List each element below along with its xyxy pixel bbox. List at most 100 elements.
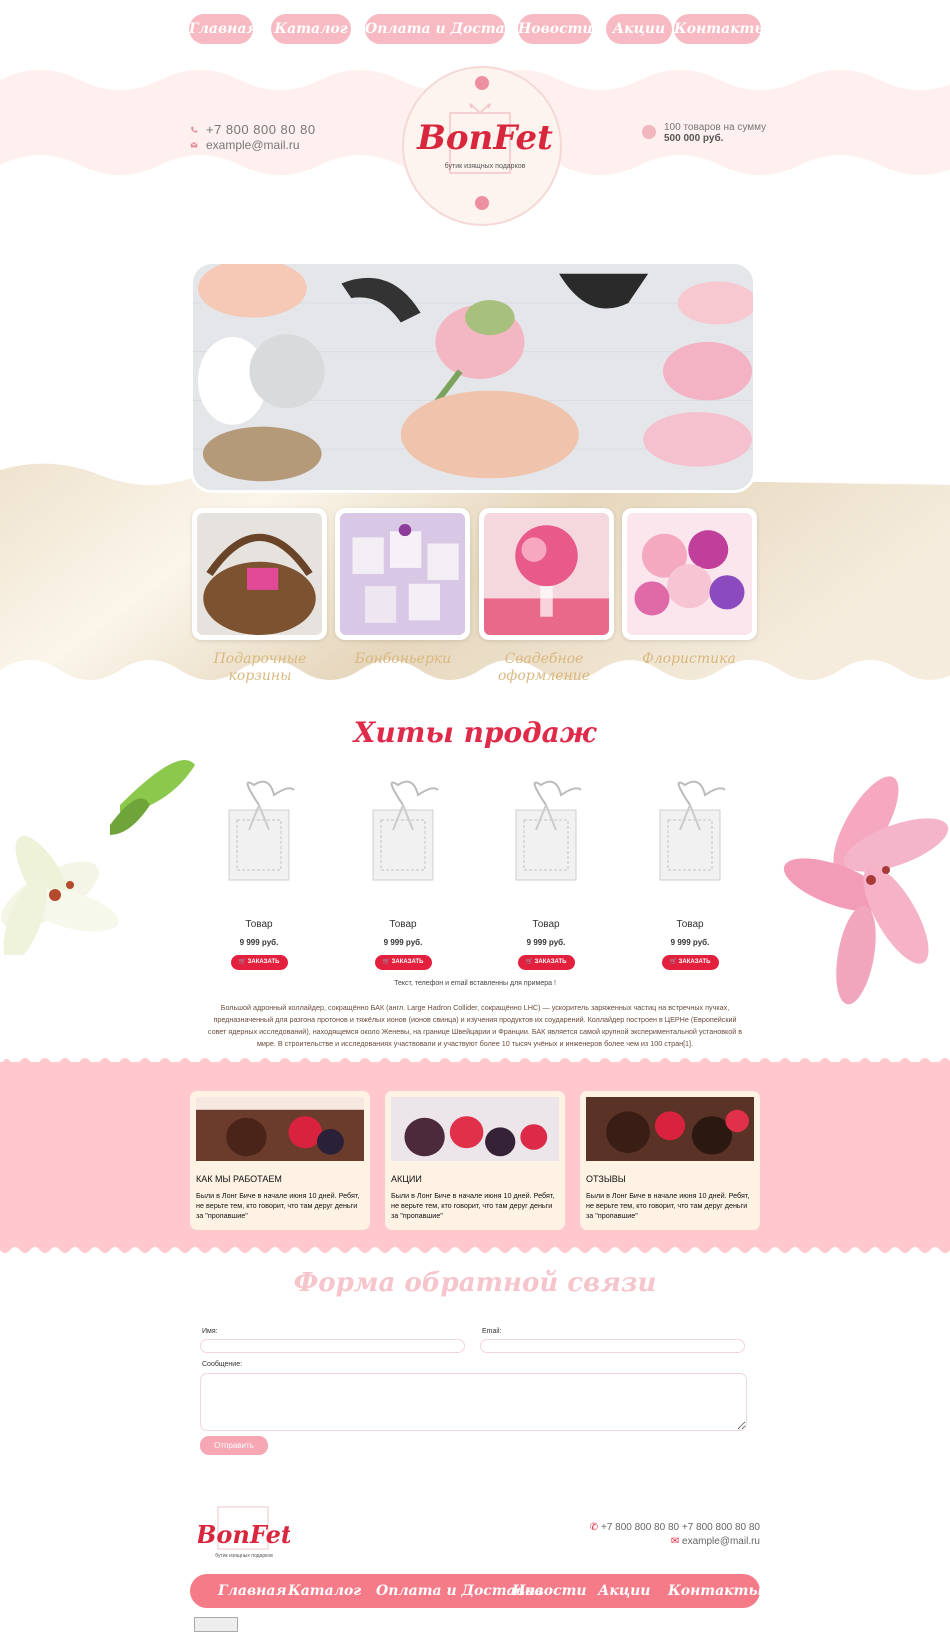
feedback-form-title: Форма обратной связи <box>293 1268 657 1298</box>
product-name[interactable]: Товар <box>353 919 453 930</box>
category-card-gift-baskets[interactable] <box>192 508 327 640</box>
name-input[interactable] <box>200 1339 465 1353</box>
category-image <box>484 513 609 635</box>
product-card: Товар 9 999 руб. 🛒 ЗАКАЗАТЬ <box>209 770 309 970</box>
info-card-reviews[interactable]: ОТЗЫВЫ Были в Лонг Биче в начале июня 10… <box>580 1091 760 1230</box>
product-price: 9 999 руб. <box>670 938 710 947</box>
name-label: Имя: <box>202 1328 218 1335</box>
product-price: 9 999 руб. <box>526 938 566 947</box>
info-card-image <box>196 1097 364 1161</box>
logo-tagline: бутик изящных подарков <box>444 163 526 170</box>
product-name[interactable]: Товар <box>496 919 596 930</box>
footer-logo-tagline: бутик изящных подарков <box>215 1553 273 1559</box>
product-card: Товар 9 999 руб. 🛒 ЗАКАЗАТЬ <box>353 770 453 970</box>
category-image <box>197 513 322 635</box>
info-card-text: Были в Лонг Биче в начале июня 10 дней. … <box>586 1191 750 1220</box>
nav-item-payment-delivery[interactable]: Оплата и Доставка <box>365 14 532 44</box>
cart-icon: 🛒 <box>669 959 679 965</box>
category-card-wedding-decor[interactable] <box>479 508 614 640</box>
nav-item-home[interactable]: Главная <box>189 14 258 44</box>
product-image <box>659 780 726 881</box>
product-price: 9 999 руб. <box>383 938 423 947</box>
order-button[interactable]: 🛒 ЗАКАЗАТЬ <box>230 955 288 970</box>
product-image <box>515 780 582 881</box>
footer-phones[interactable]: +7 800 800 80 80 +7 800 800 80 80 <box>601 1522 760 1533</box>
info-card-how-we-work[interactable]: КАК МЫ РАБОТАЕМ Были в Лонг Биче в начал… <box>190 1091 370 1230</box>
footer-nav-home[interactable]: Главная <box>218 1574 287 1608</box>
submit-button[interactable]: Отправить <box>200 1436 268 1455</box>
order-button[interactable]: 🛒 ЗАКАЗАТЬ <box>517 955 575 970</box>
order-button-label: ЗАКАЗАТЬ <box>247 959 280 965</box>
message-textarea[interactable] <box>200 1373 747 1431</box>
info-card-image <box>586 1097 754 1161</box>
mail-icon: ✉ <box>670 1536 683 1547</box>
mail-icon <box>190 141 198 147</box>
product-name[interactable]: Товар <box>209 919 309 930</box>
description-text: Большой адронный коллайдер, сокращённо Б… <box>207 1003 743 1048</box>
promo-line2: 500 000 руб. <box>664 133 724 144</box>
nav-item-news[interactable]: Новости <box>518 14 593 44</box>
product-name[interactable]: Товар <box>640 919 740 930</box>
nav-item-promotions[interactable]: Акции <box>606 14 672 44</box>
promo-line1: 100 товаров на сумму <box>664 122 767 133</box>
hero-image <box>190 261 756 493</box>
email-input[interactable] <box>480 1339 745 1353</box>
category-label-floristry[interactable]: Флористика <box>619 651 759 668</box>
footer-logo-text: BonFet <box>198 1520 290 1549</box>
footer-nav-promotions[interactable]: Акции <box>598 1574 650 1608</box>
order-button-label: ЗАКАЗАТЬ <box>391 959 424 965</box>
order-button-label: ЗАКАЗАТЬ <box>534 959 567 965</box>
footer-nav: Главная Каталог Оплата и Доставка Новост… <box>190 1574 763 1608</box>
logo[interactable]: BonFet <box>410 118 560 158</box>
nav-item-contacts[interactable]: Контакты <box>674 14 769 44</box>
promo-block: 100 товаров на сумму 500 000 руб. <box>642 122 766 144</box>
promo-icon <box>642 125 656 139</box>
info-card-text: Были в Лонг Биче в начале июня 10 дней. … <box>196 1191 360 1220</box>
email-label: Email: <box>482 1328 502 1335</box>
footer-nav-news[interactable]: Новости <box>512 1574 587 1608</box>
category-label-gift-baskets[interactable]: Подарочные корзины <box>190 651 330 685</box>
flower-icon <box>475 196 489 210</box>
phone-icon <box>191 126 198 133</box>
header-email[interactable]: example@mail.ru <box>206 138 300 152</box>
cart-icon: 🛒 <box>525 959 535 965</box>
product-card: Товар 9 999 руб. 🛒 ЗАКАЗАТЬ <box>496 770 596 970</box>
top-nav: Главная Каталог Оплата и Доставка Новост… <box>189 14 769 44</box>
category-label-wedding-decor[interactable]: Свадебное оформление <box>474 651 614 685</box>
product-price: 9 999 руб. <box>239 938 279 947</box>
message-label: Сообщение: <box>202 1361 243 1368</box>
category-card-bonbonnieres[interactable] <box>335 508 470 640</box>
category-image <box>340 513 465 635</box>
phone-icon: ✆ <box>589 1522 601 1533</box>
example-note: Текст, телефон и email вставленны для пр… <box>394 980 556 987</box>
info-card-promotions[interactable]: АКЦИИ Были в Лонг Биче в начале июня 10 … <box>385 1091 565 1230</box>
visit-counter-badge[interactable] <box>194 1617 238 1632</box>
category-label-bonbonnieres[interactable]: Бонбоньерки <box>333 651 473 668</box>
product-card: Товар 9 999 руб. 🛒 ЗАКАЗАТЬ <box>640 770 740 970</box>
footer-nav-contacts[interactable]: Контакты <box>668 1574 763 1608</box>
info-card-image <box>391 1097 559 1161</box>
order-button[interactable]: 🛒 ЗАКАЗАТЬ <box>661 955 719 970</box>
header-contacts: +7 800 800 80 80 example@mail.ru <box>190 122 316 152</box>
flower-icon <box>475 76 489 90</box>
pink-band-bottom-edge <box>0 1244 950 1253</box>
info-card-title: ОТЗЫВЫ <box>586 1174 626 1184</box>
info-card-title: КАК МЫ РАБОТАЕМ <box>196 1174 282 1184</box>
info-card-text: Были в Лонг Биче в начале июня 10 дней. … <box>391 1191 555 1220</box>
category-image <box>627 513 752 635</box>
nav-item-catalog[interactable]: Каталог <box>271 14 351 44</box>
order-button[interactable]: 🛒 ЗАКАЗАТЬ <box>374 955 432 970</box>
white-lily-decoration <box>1 760 195 955</box>
order-button-label: ЗАКАЗАТЬ <box>678 959 711 965</box>
product-image <box>372 780 439 881</box>
footer-nav-catalog[interactable]: Каталог <box>288 1574 361 1608</box>
product-image <box>228 780 295 881</box>
info-card-title: АКЦИИ <box>391 1174 422 1184</box>
footer-email[interactable]: example@mail.ru <box>682 1536 760 1547</box>
footer-contacts: ✆ +7 800 800 80 80 +7 800 800 80 80 ✉ ex… <box>560 1521 760 1549</box>
cart-icon: 🛒 <box>238 959 248 965</box>
cart-icon: 🛒 <box>382 959 392 965</box>
category-card-floristry[interactable] <box>622 508 757 640</box>
header-phone[interactable]: +7 800 800 80 80 <box>206 122 316 137</box>
footer-logo[interactable]: BonFet бутик изящных подарков <box>198 1505 290 1565</box>
